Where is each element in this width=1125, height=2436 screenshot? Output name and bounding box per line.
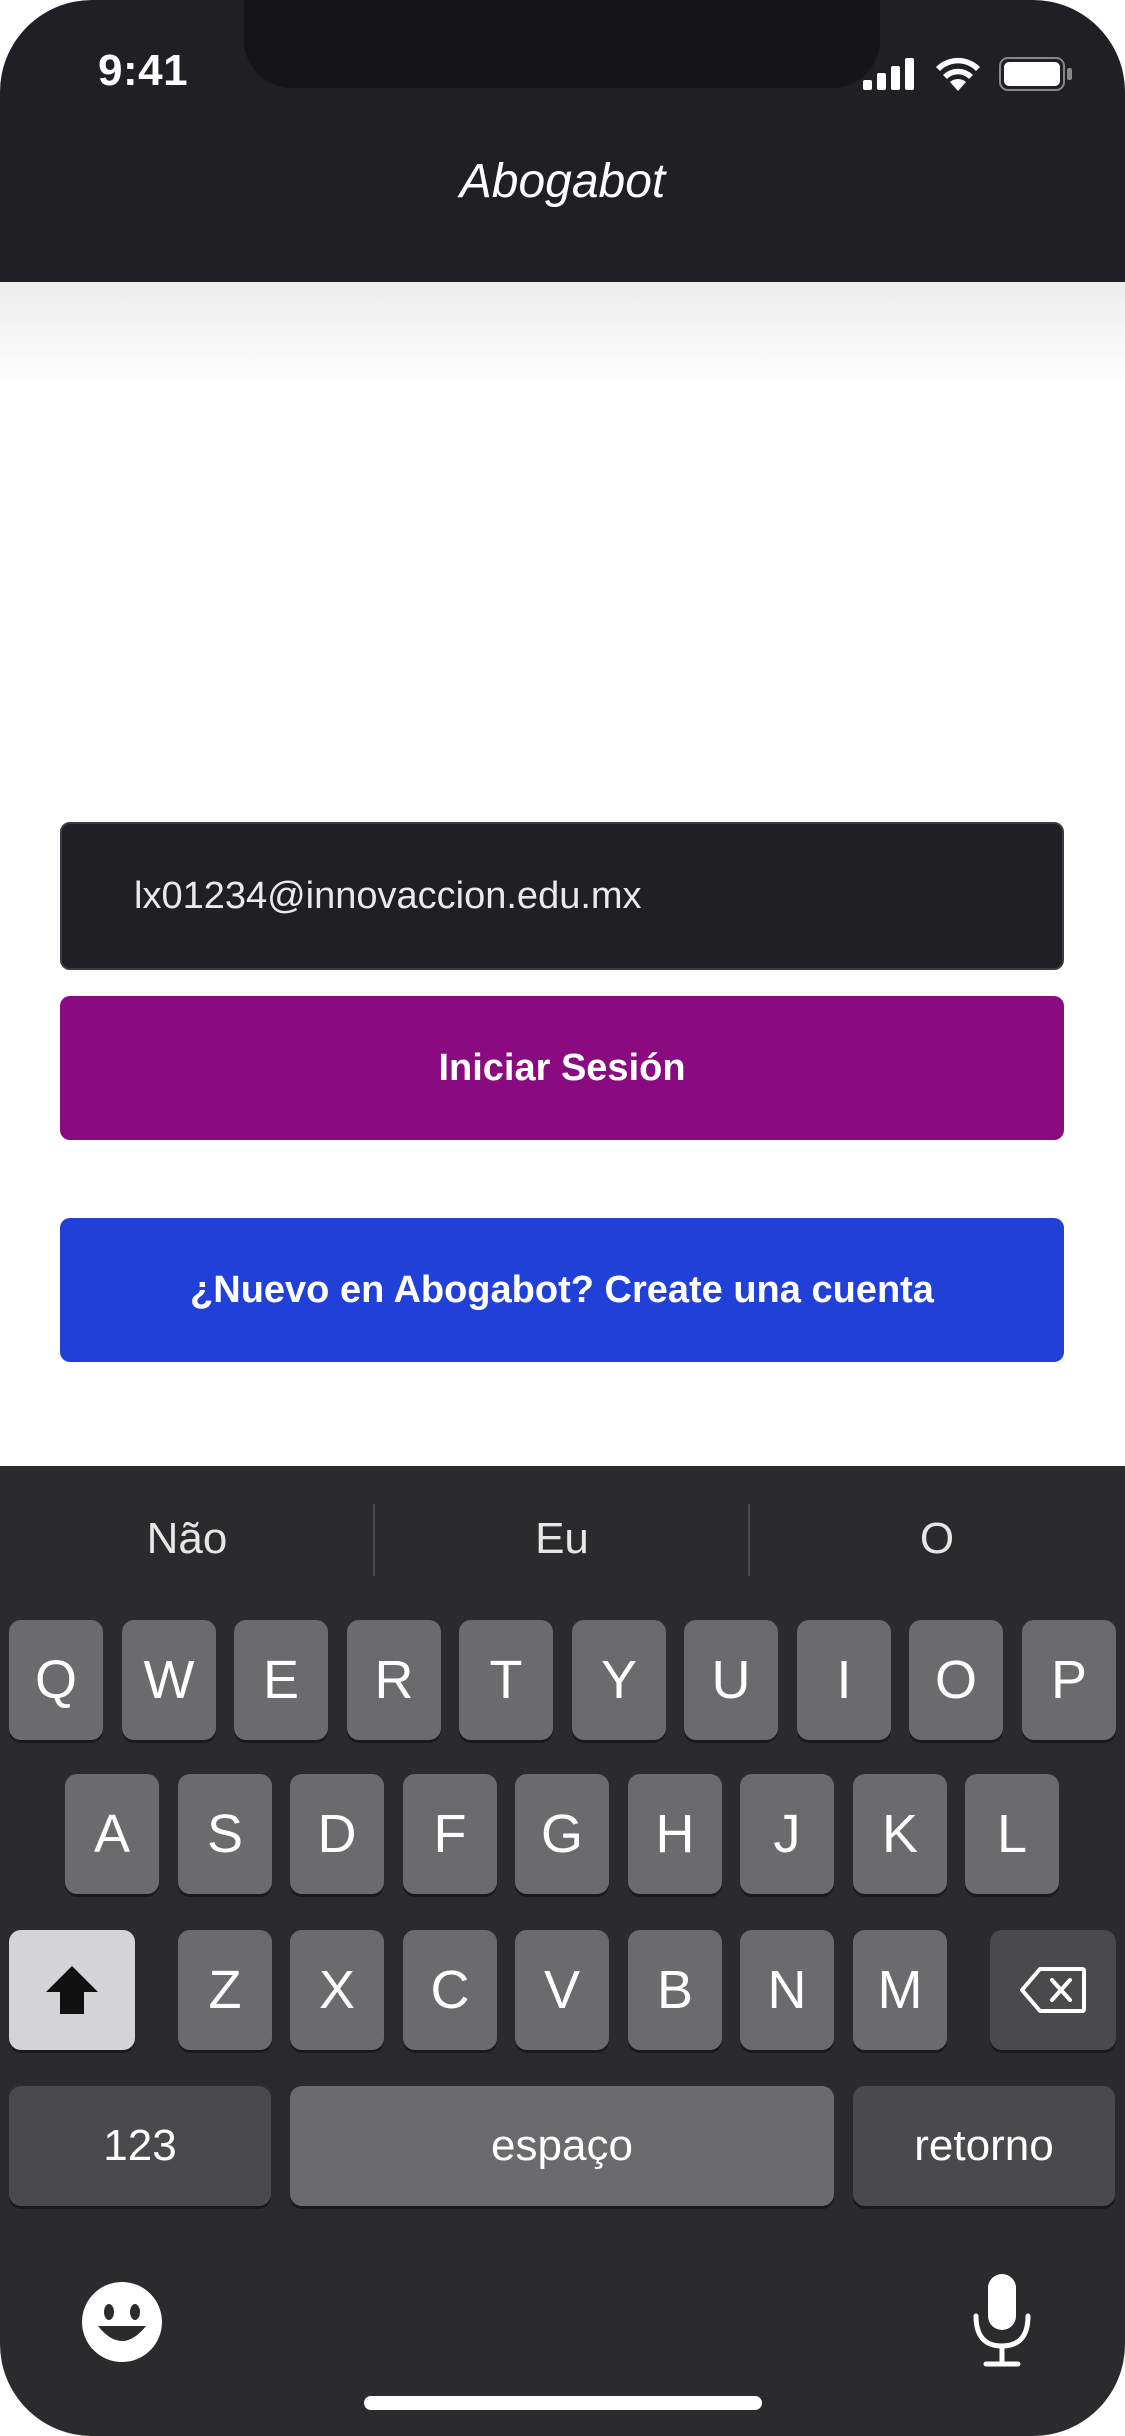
app-title: Abogabot <box>459 155 666 208</box>
key-a[interactable]: A <box>65 1774 159 1894</box>
email-field[interactable]: lx01234@innovaccion.edu.mx <box>60 822 1064 970</box>
key-m[interactable]: M <box>853 1930 947 2050</box>
key-n[interactable]: N <box>740 1930 834 2050</box>
key-b[interactable]: B <box>628 1930 722 2050</box>
microphone-icon[interactable] <box>970 2272 1034 2368</box>
app-header: 9:41 Abogabot <box>0 0 1125 282</box>
login-button[interactable]: Iniciar Sesión <box>60 996 1064 1140</box>
key-s[interactable]: S <box>178 1774 272 1894</box>
phone-screen: 9:41 Abogabot lx01234@innovaccion.edu.mx… <box>0 0 1125 2436</box>
device-notch <box>244 0 880 88</box>
key-y[interactable]: Y <box>572 1620 666 1740</box>
key-k[interactable]: K <box>853 1774 947 1894</box>
key-d[interactable]: D <box>290 1774 384 1894</box>
key-t[interactable]: T <box>459 1620 553 1740</box>
home-indicator[interactable] <box>364 2396 762 2410</box>
suggestion-item[interactable]: Eu <box>375 1466 749 1612</box>
status-time: 9:41 <box>98 46 189 95</box>
key-u[interactable]: U <box>684 1620 778 1740</box>
key-c[interactable]: C <box>403 1930 497 2050</box>
key-z[interactable]: Z <box>178 1930 272 2050</box>
suggestion-item[interactable]: Não <box>0 1466 374 1612</box>
header-shadow <box>0 282 1125 392</box>
key-j[interactable]: J <box>740 1774 834 1894</box>
return-key[interactable]: retorno <box>853 2086 1115 2206</box>
emoji-icon[interactable] <box>80 2280 164 2364</box>
shift-key[interactable] <box>9 1930 135 2050</box>
wifi-icon <box>936 57 980 91</box>
key-r[interactable]: R <box>347 1620 441 1740</box>
cellular-signal-icon <box>863 58 914 90</box>
key-q[interactable]: Q <box>9 1620 103 1740</box>
key-h[interactable]: H <box>628 1774 722 1894</box>
shift-icon <box>46 1966 98 2014</box>
key-p[interactable]: P <box>1022 1620 1116 1740</box>
key-g[interactable]: G <box>515 1774 609 1894</box>
key-w[interactable]: W <box>122 1620 216 1740</box>
key-v[interactable]: V <box>515 1930 609 2050</box>
key-l[interactable]: L <box>965 1774 1059 1894</box>
create-account-button[interactable]: ¿Nuevo en Abogabot? Create una cuenta <box>60 1218 1064 1362</box>
suggestion-item[interactable]: O <box>750 1466 1124 1612</box>
suggestion-bar: Não Eu O <box>0 1466 1125 1612</box>
key-x[interactable]: X <box>290 1930 384 2050</box>
numbers-key[interactable]: 123 <box>9 2086 271 2206</box>
key-o[interactable]: O <box>909 1620 1003 1740</box>
key-f[interactable]: F <box>403 1774 497 1894</box>
key-e[interactable]: E <box>234 1620 328 1740</box>
status-icons <box>863 56 1073 92</box>
delete-key[interactable] <box>990 1930 1116 2050</box>
space-key[interactable]: espaço <box>290 2086 834 2206</box>
on-screen-keyboard: Não Eu O Q W E R T Y U I O P A S D F G H… <box>0 1466 1125 2436</box>
battery-icon <box>999 57 1072 91</box>
key-i[interactable]: I <box>797 1620 891 1740</box>
backspace-icon <box>1020 1967 1086 2013</box>
